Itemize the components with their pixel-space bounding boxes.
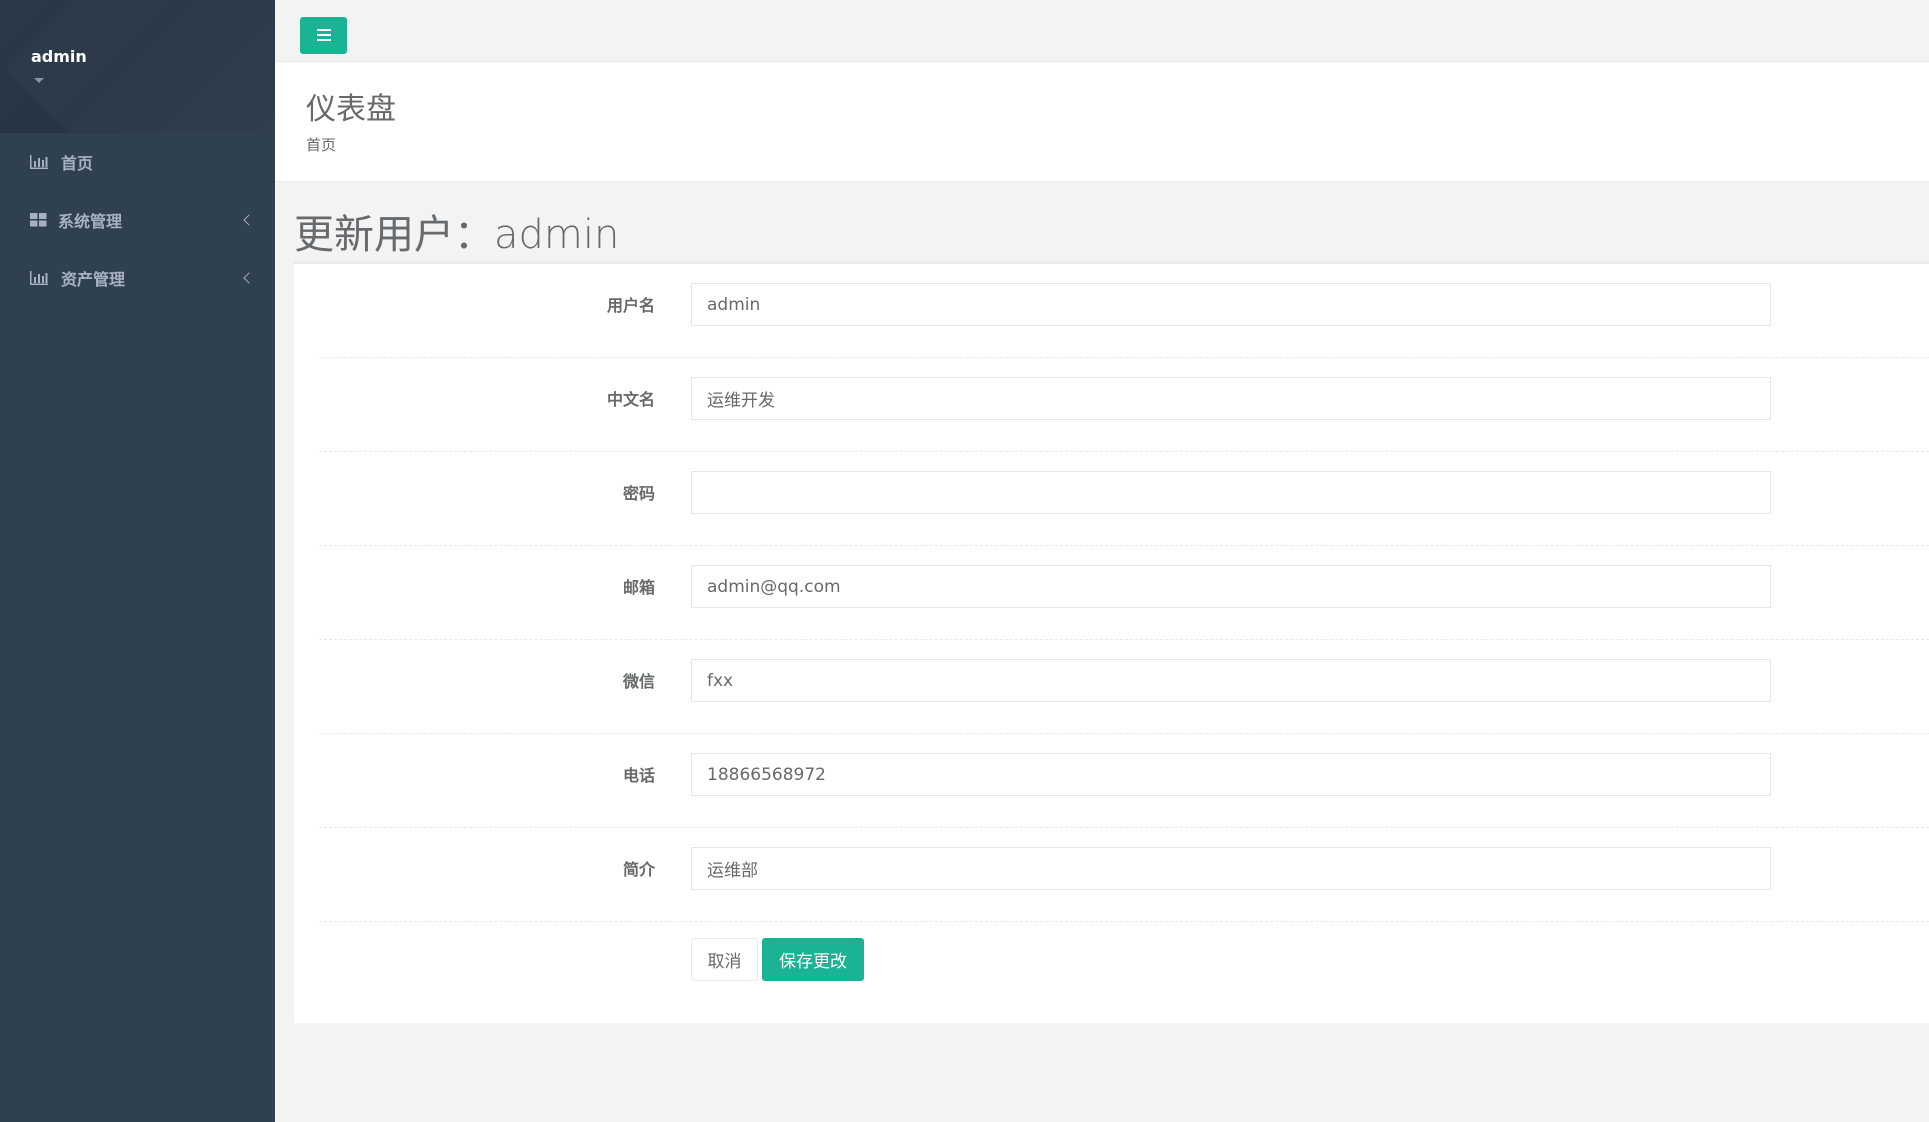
wechat-label: 微信 [622,672,655,691]
top-navbar [275,0,1929,62]
bar-chart-icon [30,271,48,285]
form-row-email: 邮箱 [319,546,1929,640]
user-form: 用户名 中文名 密码 邮箱 微信 电话 简介 取消 保存更改 [294,262,1929,1023]
form-title: 更新用户：admin [294,212,620,258]
profile-username[interactable]: admin [31,47,87,66]
bar-chart-icon [30,155,48,169]
sidebar-item-label: 首页 [61,154,94,173]
chinese-name-input[interactable] [691,377,1771,420]
form-row-bio: 简介 [319,828,1929,922]
cancel-button[interactable]: 取消 [691,938,758,981]
chinese-name-label: 中文名 [606,390,655,409]
email-input[interactable] [691,565,1771,608]
page-title: 仪表盘 [306,92,396,127]
sidebar-item-label: 资产管理 [61,270,126,289]
form-row-password: 密码 [319,452,1929,546]
sidebar-item-assets[interactable]: 资产管理 [0,252,275,304]
chevron-left-icon [243,272,255,284]
username-label: 用户名 [606,296,655,315]
chevron-left-icon [243,214,255,226]
sidebar-item-label: 系统管理 [58,212,123,231]
password-label: 密码 [622,484,655,503]
wechat-input[interactable] [691,659,1771,702]
bio-input[interactable] [691,847,1771,890]
breadcrumb[interactable]: 首页 [306,134,336,155]
sidebar-item-home[interactable]: 首页 [0,136,275,188]
form-row-username: 用户名 [319,264,1929,358]
form-row-chinese-name: 中文名 [319,358,1929,452]
bio-label: 简介 [622,860,655,879]
sidebar: admin 首页 系统管理 资产管理 [0,0,275,1122]
page-heading: 仪表盘 首页 [275,62,1929,182]
phone-label: 电话 [622,766,655,785]
sidebar-item-system[interactable]: 系统管理 [0,194,275,246]
email-label: 邮箱 [622,578,655,597]
caret-down-icon[interactable] [34,78,44,83]
hamburger-icon[interactable] [300,17,347,54]
grid-icon [30,213,47,227]
form-row-phone: 电话 [319,734,1929,828]
save-changes-button[interactable]: 保存更改 [762,938,864,981]
form-row-wechat: 微信 [319,640,1929,734]
username-input[interactable] [691,283,1771,326]
password-input[interactable] [691,471,1771,514]
profile-header: admin [0,0,275,133]
phone-input[interactable] [691,753,1771,796]
